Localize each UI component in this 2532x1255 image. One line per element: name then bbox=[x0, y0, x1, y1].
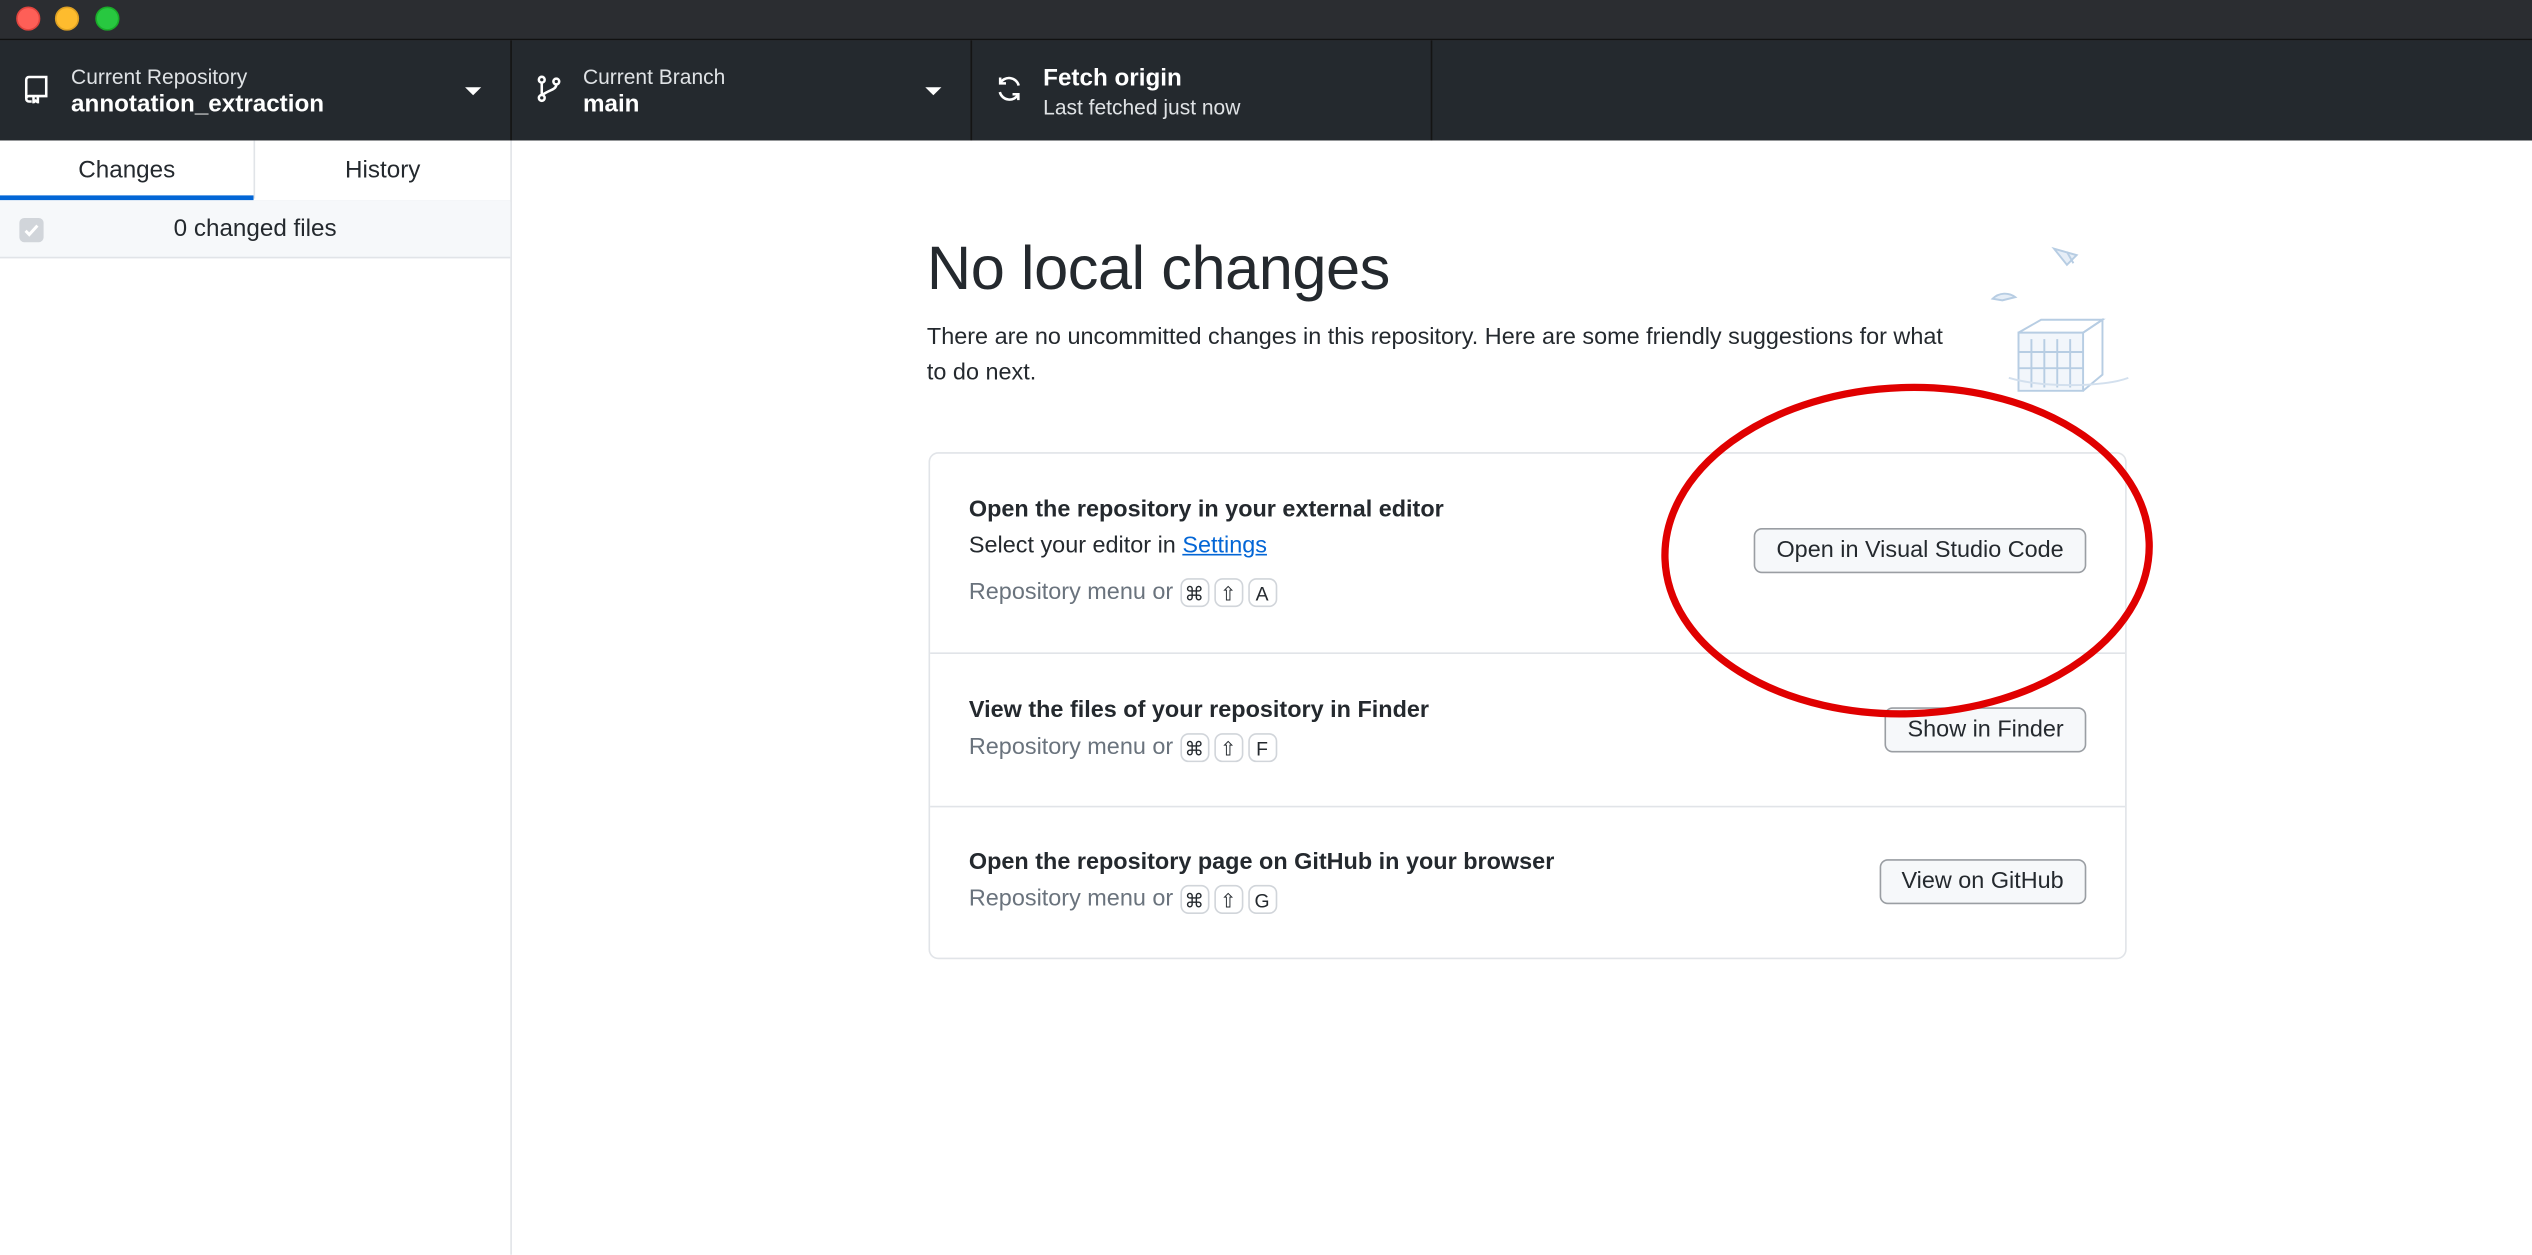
current-branch-label: Current Branch bbox=[582, 64, 726, 89]
letter-key: F bbox=[1247, 733, 1277, 763]
shortcut-prefix: Repository menu or bbox=[968, 886, 1174, 913]
minimize-window-button[interactable] bbox=[54, 6, 80, 31]
current-branch-dropdown[interactable]: Current Branch main bbox=[512, 40, 973, 141]
fetch-origin-button[interactable]: Fetch origin Last fetched just now bbox=[972, 40, 1433, 141]
current-repository-name: annotation_extraction bbox=[71, 90, 325, 118]
show-in-finder-button[interactable]: Show in Finder bbox=[1884, 707, 2087, 753]
suggestion-view-on-github: Open the repository page on GitHub in yo… bbox=[930, 807, 2125, 957]
shortcut-prefix: Repository menu or bbox=[968, 734, 1174, 761]
tab-history-label: History bbox=[345, 156, 421, 185]
app-window: Current Repository annotation_extraction… bbox=[0, 0, 2532, 1255]
tab-history[interactable]: History bbox=[255, 140, 510, 198]
shift-key: ⇧ bbox=[1213, 884, 1243, 914]
keyboard-shortcut: Repository menu or ⌘ ⇧ F bbox=[968, 733, 1282, 763]
repo-icon bbox=[24, 75, 48, 104]
current-branch-name: main bbox=[582, 90, 640, 118]
page-title: No local changes bbox=[926, 235, 1390, 304]
title-bar bbox=[0, 0, 2532, 41]
suggestions-card: Open the repository in your external edi… bbox=[928, 452, 2127, 960]
keyboard-shortcut: Repository menu or ⌘ ⇧ A bbox=[968, 578, 1282, 608]
sidebar-tabs: Changes History bbox=[0, 140, 511, 202]
suggestion-title: Open the repository in your external edi… bbox=[968, 497, 1444, 524]
command-key: ⌘ bbox=[1179, 733, 1209, 763]
subtitle-text: Select your editor in bbox=[968, 532, 1183, 559]
shortcut-prefix: Repository menu or bbox=[968, 579, 1174, 606]
keyboard-shortcut: Repository menu or ⌘ ⇧ G bbox=[968, 884, 1282, 914]
changed-files-header: 0 changed files bbox=[0, 200, 511, 259]
zoom-window-button[interactable] bbox=[95, 6, 120, 31]
suggestion-title: Open the repository page on GitHub in yo… bbox=[968, 849, 1555, 876]
sidebar: Changes History 0 changed files bbox=[0, 140, 512, 1255]
toolbar: Current Repository annotation_extraction… bbox=[0, 40, 2532, 141]
suggestion-subtitle: Select your editor in Settings bbox=[969, 533, 1267, 559]
empty-state-illustration bbox=[1990, 246, 2129, 392]
tab-changes-label: Changes bbox=[78, 156, 176, 185]
current-repository-dropdown[interactable]: Current Repository annotation_extraction bbox=[0, 40, 512, 141]
settings-link[interactable]: Settings bbox=[1182, 533, 1267, 559]
letter-key: G bbox=[1247, 884, 1277, 914]
shift-key: ⇧ bbox=[1213, 733, 1243, 763]
changed-files-count: 0 changed files bbox=[173, 214, 337, 243]
shift-key: ⇧ bbox=[1213, 578, 1243, 608]
view-on-github-button[interactable]: View on GitHub bbox=[1878, 859, 2087, 905]
letter-key: A bbox=[1247, 578, 1277, 608]
suggestion-show-in-finder: View the files of your repository in Fin… bbox=[930, 654, 2126, 808]
suggestion-title: View the files of your repository in Fin… bbox=[968, 697, 1430, 724]
command-key: ⌘ bbox=[1179, 884, 1209, 914]
command-key: ⌘ bbox=[1179, 578, 1209, 608]
chevron-down-icon bbox=[465, 87, 482, 96]
git-branch-icon bbox=[537, 75, 561, 103]
current-repository-label: Current Repository bbox=[71, 64, 248, 89]
chevron-down-icon bbox=[925, 87, 942, 96]
close-window-button[interactable] bbox=[16, 6, 41, 31]
fetch-origin-title: Fetch origin bbox=[1043, 64, 1182, 93]
last-fetched-status: Last fetched just now bbox=[1043, 95, 1241, 120]
sync-icon bbox=[998, 76, 1020, 101]
tab-changes[interactable]: Changes bbox=[0, 140, 256, 201]
page-description: There are no uncommitted changes in this… bbox=[926, 324, 1943, 386]
open-in-editor-button[interactable]: Open in Visual Studio Code bbox=[1753, 528, 2087, 574]
suggestion-external-editor: Open the repository in your external edi… bbox=[930, 454, 2126, 654]
